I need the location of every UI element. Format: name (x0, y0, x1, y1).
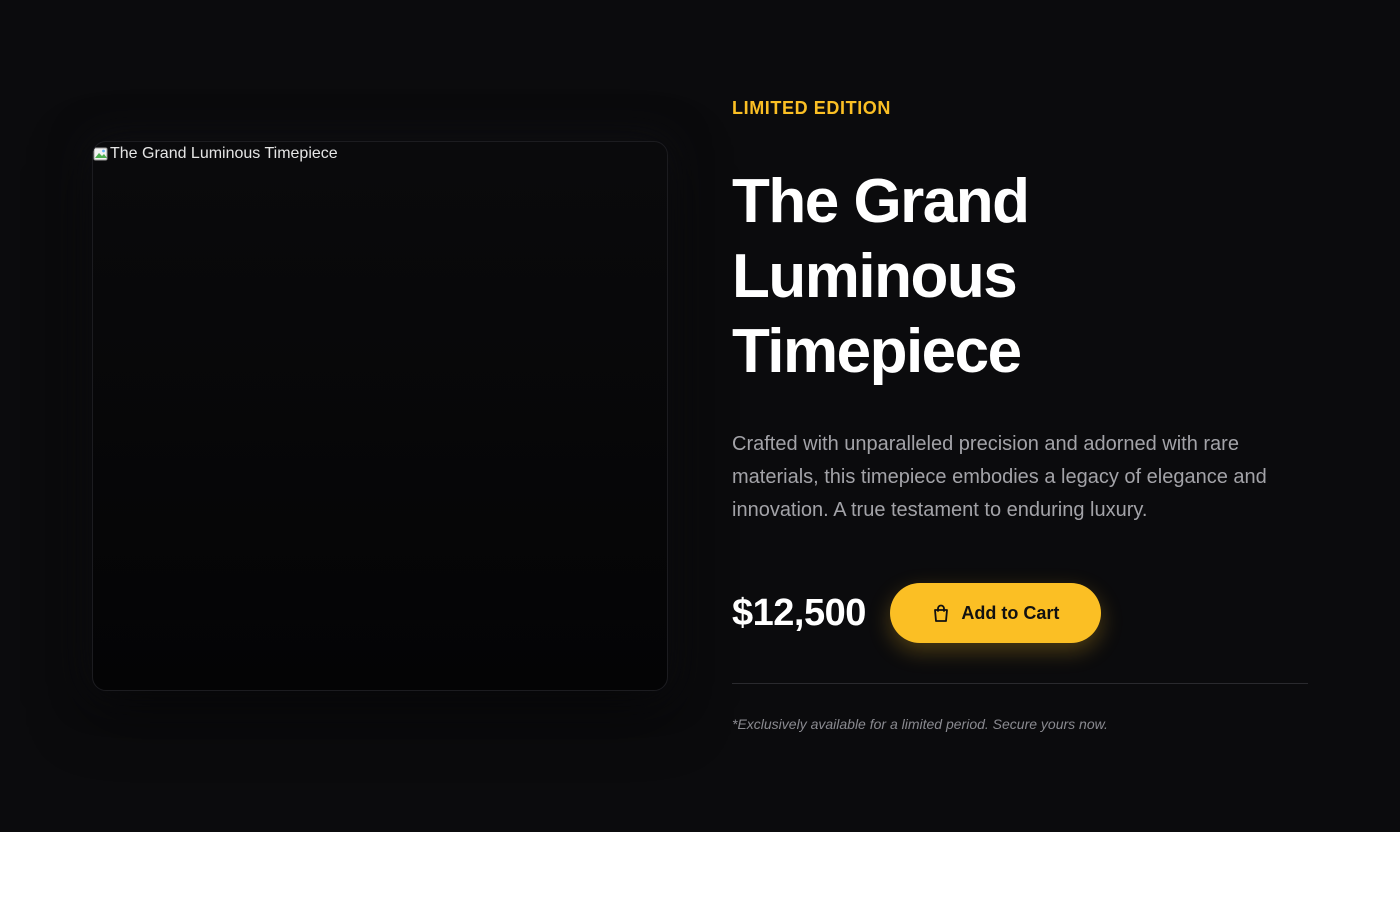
divider (732, 683, 1308, 684)
add-to-cart-label: Add to Cart (961, 602, 1060, 623)
product-title-line: Timepiece (732, 317, 1022, 386)
product-image: The Grand Luminous Timepiece (93, 144, 338, 164)
product-image-alt-text: The Grand Luminous Timepiece (110, 145, 338, 162)
limited-edition-label: LIMITED EDITION (732, 98, 891, 118)
product-title-line: Luminous (732, 242, 1018, 311)
availability-note: *Exclusively available for a limited per… (732, 716, 1108, 732)
product-hero: The Grand Luminous Timepiece LIMITED EDI… (0, 0, 1400, 832)
product-description-line: innovation. A true testament to enduring… (732, 499, 1148, 521)
broken-image-icon (93, 146, 109, 162)
product-price: $12,500 (732, 591, 866, 634)
product-description-line: Crafted with unparalleled precision and … (732, 433, 1239, 455)
product-image-card: The Grand Luminous Timepiece (92, 141, 668, 691)
purchase-row: $12,500 Add to Cart (732, 583, 1101, 643)
product-title-line: The Grand (732, 167, 1030, 236)
shopping-bag-icon (931, 603, 951, 623)
product-title: The Grand Luminous Timepiece (732, 164, 1308, 389)
product-description: Crafted with unparalleled precision and … (732, 428, 1308, 527)
product-description-line: materials, this timepiece embodies a leg… (732, 466, 1267, 488)
add-to-cart-button[interactable]: Add to Cart (889, 583, 1101, 643)
